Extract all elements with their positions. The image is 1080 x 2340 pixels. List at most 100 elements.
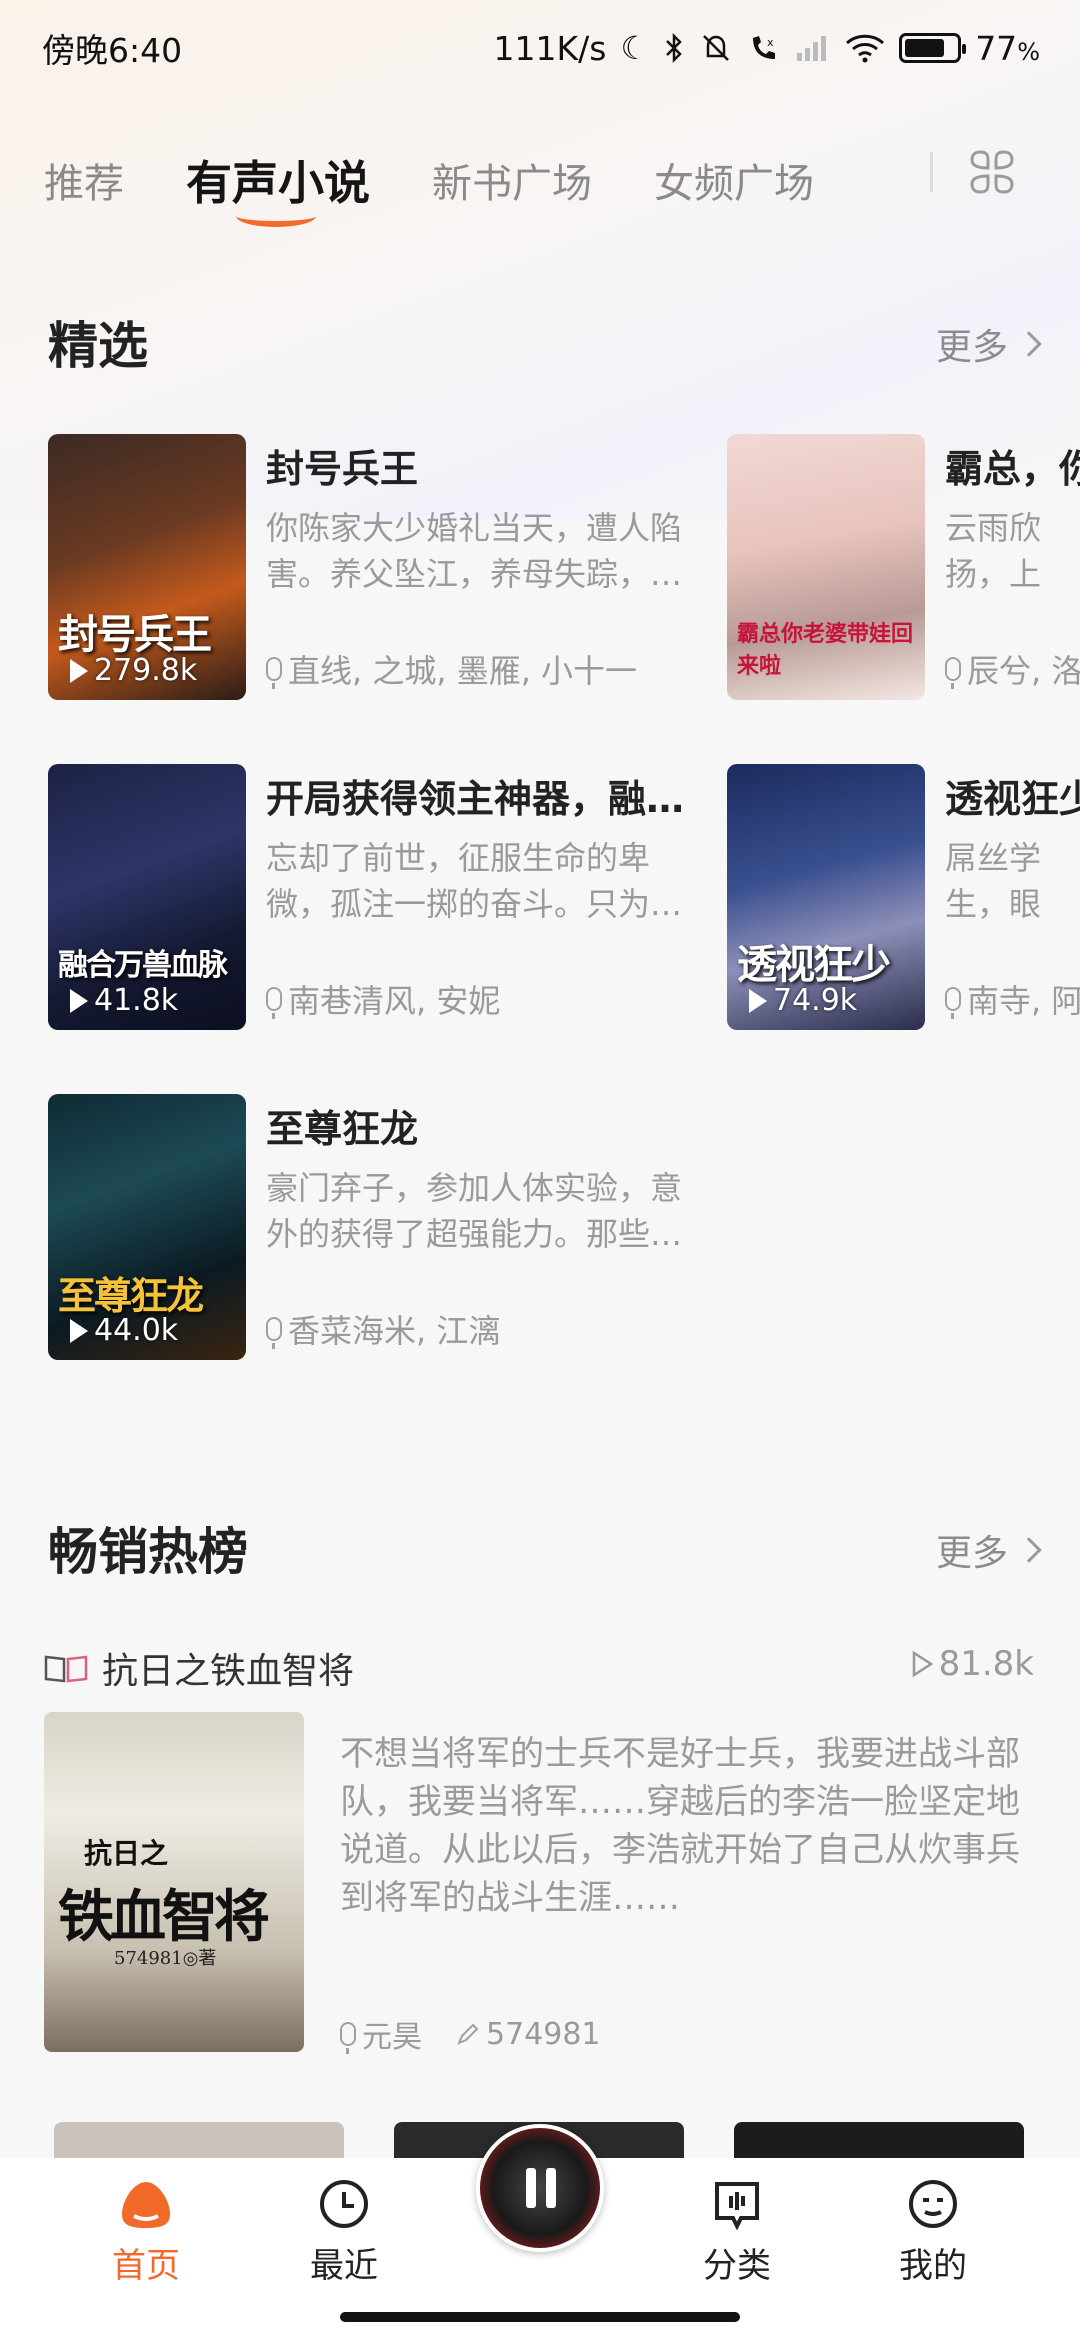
bestseller-book-title: 抗日之铁血智将 bbox=[102, 1651, 355, 1692]
play-icon bbox=[70, 988, 88, 1013]
featured-more-link[interactable]: 更多 bbox=[936, 318, 1042, 370]
book-info: 封号兵王 你陈家大少婚礼当天，遭人陷害。养父坠江，养母失踪，… 直线, 之城, … bbox=[266, 434, 696, 700]
cover-title-text: 融合万兽血脉 bbox=[58, 948, 228, 983]
bestseller-section-title: 畅销热榜 bbox=[48, 1523, 248, 1581]
now-playing-disc[interactable] bbox=[476, 2124, 604, 2252]
status-icons: 111K/s ☾ x 77% bbox=[494, 29, 1040, 68]
tab-female-channel[interactable]: 女频广场 bbox=[654, 151, 814, 209]
bestseller-more-link[interactable]: 更多 bbox=[936, 1524, 1042, 1576]
book-info: 透视狂少 屌丝学生，眼开。隔 南寺, 阿 bbox=[945, 764, 1080, 1030]
wifi-icon bbox=[846, 34, 885, 63]
nav-profile[interactable]: 我的 bbox=[853, 2176, 1013, 2287]
featured-book-card[interactable]: 封号兵王 279.8k 封号兵王 你陈家大少婚礼当天，遭人陷害。养父坠江，养母失… bbox=[48, 434, 688, 700]
home-icon bbox=[122, 2182, 170, 2228]
play-count: 279.8k bbox=[70, 653, 197, 688]
pause-icon bbox=[546, 2168, 556, 2208]
featured-book-card[interactable]: 融合万兽血脉 41.8k 开局获得领主神器，融… 忘却了前世，征服生命的卑微，孤… bbox=[48, 764, 688, 1030]
book-info: 开局获得领主神器，融… 忘却了前世，征服生命的卑微，孤注一掷的奋斗。只为… 南巷… bbox=[266, 764, 696, 1030]
book-info: 至尊狂龙 豪门弃子，参加人体实验，意外的获得了超强能力。那些… 香菜海米, 江漓 bbox=[266, 1094, 696, 1360]
play-icon bbox=[70, 1318, 88, 1343]
narrator: 元昊 bbox=[340, 2012, 422, 2056]
play-icon bbox=[749, 988, 767, 1013]
play-count: 41.8k bbox=[70, 983, 178, 1018]
book-narrators: 辰兮, 洛 bbox=[945, 646, 1080, 692]
grid-menu-icon[interactable] bbox=[968, 148, 1016, 196]
cover-title-text: 透视狂少 bbox=[737, 941, 891, 988]
book-description: 忘却了前世，征服生命的卑微，孤注一掷的奋斗。只为… bbox=[266, 839, 683, 923]
book-title[interactable]: 霸总，你 bbox=[945, 438, 1080, 493]
tab-audio-novel[interactable]: 有声小说 bbox=[186, 147, 370, 227]
book-cover[interactable]: 封号兵王 279.8k bbox=[48, 434, 246, 700]
book-cover[interactable]: 至尊狂龙 44.0k bbox=[48, 1094, 246, 1360]
bestseller-book-title-row[interactable]: 抗日之铁血智将 bbox=[44, 1642, 354, 1694]
book-cover[interactable]: 透视狂少 74.9k bbox=[727, 764, 925, 1030]
chevron-right-icon bbox=[1016, 331, 1042, 357]
cover-title-main: 铁血智将 bbox=[58, 1884, 270, 1950]
book-description: 豪门弃子，参加人体实验，意外的获得了超强能力。那些… bbox=[266, 1169, 683, 1253]
featured-section-title: 精选 bbox=[48, 317, 148, 375]
status-time: 傍晚6:40 bbox=[42, 31, 183, 70]
book-info: 霸总，你 云雨欣扬，上有钱有 辰兮, 洛 bbox=[945, 434, 1080, 700]
cover-title-text: 封号兵王 bbox=[58, 611, 212, 658]
microphone-icon bbox=[266, 1317, 282, 1349]
nav-recent[interactable]: 最近 bbox=[264, 2176, 424, 2287]
book-cover[interactable]: 融合万兽血脉 41.8k bbox=[48, 764, 246, 1030]
author: 574981 bbox=[456, 2017, 601, 2052]
play-count: 44.0k bbox=[70, 1313, 178, 1348]
home-indicator[interactable] bbox=[340, 2312, 740, 2322]
tab-recommend[interactable]: 推荐 bbox=[44, 151, 124, 209]
book-description: 云雨欣扬，上有钱有 bbox=[945, 509, 1042, 593]
profile-icon bbox=[909, 2180, 957, 2228]
chevron-right-icon bbox=[1016, 1537, 1042, 1563]
book-cover[interactable]: 霸总你老婆带娃回来啦 bbox=[727, 434, 925, 700]
next-book-cover-peek bbox=[734, 2122, 1024, 2162]
play-icon bbox=[70, 658, 88, 683]
cover-title-text: 至尊狂龙 bbox=[58, 1273, 204, 1318]
book-title[interactable]: 至尊狂龙 bbox=[266, 1098, 686, 1153]
book-title[interactable]: 透视狂少 bbox=[945, 768, 1080, 823]
tab-new-books[interactable]: 新书广场 bbox=[432, 151, 592, 209]
microphone-icon bbox=[945, 657, 961, 689]
moon-icon: ☾ bbox=[620, 29, 650, 67]
book-description: 屌丝学生，眼开。隔 bbox=[945, 839, 1042, 923]
bestseller-play-count: 81.8k bbox=[911, 1644, 1034, 1684]
featured-book-card[interactable]: 至尊狂龙 44.0k 至尊狂龙 豪门弃子，参加人体实验，意外的获得了超强能力。那… bbox=[48, 1094, 688, 1360]
mute-icon bbox=[703, 35, 730, 61]
hd-call-icon: x bbox=[753, 36, 776, 59]
book-narrators: 香菜海米, 江漓 bbox=[266, 1306, 500, 1352]
play-count: 74.9k bbox=[749, 983, 857, 1018]
category-icon bbox=[715, 2182, 759, 2231]
featured-book-card[interactable]: 霸总你老婆带娃回来啦 霸总，你 云雨欣扬，上有钱有 辰兮, 洛 bbox=[727, 434, 1080, 700]
microphone-icon bbox=[340, 2022, 356, 2054]
pen-icon bbox=[457, 2023, 479, 2045]
cover-title-text: 霸总你老婆带娃回来啦 bbox=[737, 621, 914, 679]
bestseller-book-meta: 元昊 574981 bbox=[340, 2012, 601, 2056]
status-bar: 傍晚6:40 111K/s ☾ x 77% bbox=[0, 0, 1080, 96]
active-tab-indicator bbox=[236, 205, 316, 227]
play-outline-icon bbox=[912, 1651, 933, 1677]
cover-title-top: 抗日之 bbox=[84, 1837, 169, 1870]
nav-category[interactable]: 分类 bbox=[657, 2176, 817, 2287]
microphone-icon bbox=[266, 987, 282, 1019]
book-narrators: 南寺, 阿 bbox=[945, 976, 1080, 1022]
battery-percent: 77% bbox=[975, 28, 1040, 68]
book-title[interactable]: 封号兵王 bbox=[266, 438, 686, 493]
pause-icon bbox=[526, 2168, 536, 2208]
bestseller-book-cover[interactable]: 抗日之 铁血智将 574981◎著 bbox=[44, 1712, 304, 2052]
bluetooth-icon bbox=[666, 32, 682, 64]
category-tabs: 推荐 有声小说 新书广场 女频广场 bbox=[0, 130, 1080, 230]
tab-divider bbox=[930, 152, 933, 192]
book-title[interactable]: 开局获得领主神器，融… bbox=[266, 768, 686, 823]
nav-home[interactable]: 首页 bbox=[66, 2176, 226, 2287]
open-book-icon bbox=[44, 1655, 88, 1683]
microphone-icon bbox=[266, 657, 282, 689]
microphone-icon bbox=[945, 987, 961, 1019]
book-description: 你陈家大少婚礼当天，遭人陷害。养父坠江，养母失踪，… bbox=[266, 509, 683, 593]
featured-book-card[interactable]: 透视狂少 74.9k 透视狂少 屌丝学生，眼开。隔 南寺, 阿 bbox=[727, 764, 1080, 1030]
book-narrators: 南巷清风, 安妮 bbox=[266, 976, 500, 1022]
book-narrators: 直线, 之城, 墨雁, 小十一 bbox=[266, 646, 637, 692]
cover-author: 574981◎著 bbox=[114, 1948, 217, 1969]
network-speed: 111K/s bbox=[493, 28, 607, 68]
svg-text:x: x bbox=[767, 36, 774, 49]
bestseller-book-description: 不想当将军的士兵不是好士兵，我要进战斗部队，我要当将军……穿越后的李浩一脸坚定地… bbox=[340, 1734, 1020, 1918]
